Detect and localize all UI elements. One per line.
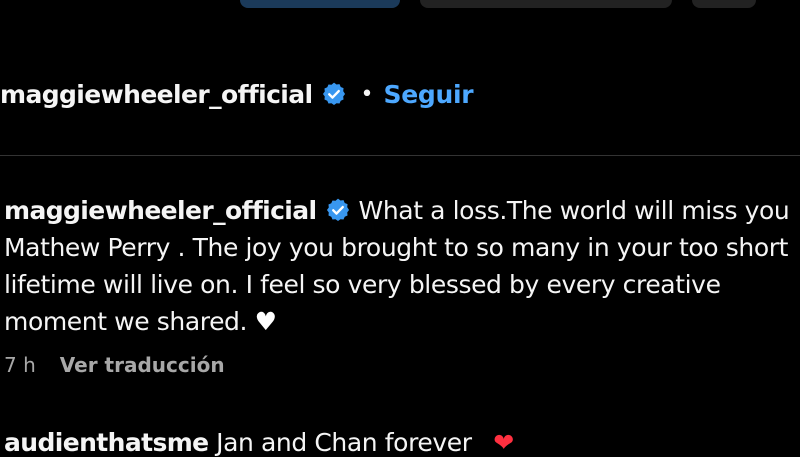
comment-timestamp: 7 h xyxy=(4,353,36,377)
post-header: maggiewheeler_official • Seguir xyxy=(0,74,474,114)
top-primary-button[interactable] xyxy=(240,0,400,8)
post-author-username[interactable]: maggiewheeler_official xyxy=(0,80,313,109)
follow-button[interactable]: Seguir xyxy=(384,80,474,109)
top-more-button[interactable] xyxy=(692,0,756,8)
comment-username[interactable]: maggiewheeler_official xyxy=(4,196,317,225)
red-heart-emoji-icon: ❤ xyxy=(493,428,514,457)
separator-dot: • xyxy=(360,81,374,107)
next-comment-username[interactable]: audienthatsme xyxy=(4,428,209,457)
comment-text-line: What a loss.The world will miss you xyxy=(358,196,790,225)
next-comment: audienthatsme Jan and Chan forever ❤ xyxy=(4,428,514,457)
comment-meta: 7 h Ver traducción xyxy=(4,350,225,380)
divider xyxy=(0,155,800,156)
top-secondary-button[interactable] xyxy=(420,0,672,8)
verified-badge-icon xyxy=(325,197,351,223)
comment-text-line: moment we shared. xyxy=(4,307,248,336)
caption-comment: maggiewheeler_official What a loss.The w… xyxy=(4,192,800,340)
heart-emoji-icon: ♥ xyxy=(254,307,277,336)
next-comment-text: Jan and Chan forever xyxy=(216,428,472,457)
comment-text-line: Mathew Perry . The joy you brought to so… xyxy=(4,233,788,262)
translate-link[interactable]: Ver traducción xyxy=(60,353,225,377)
comment-text-line: lifetime will live on. I feel so very bl… xyxy=(4,270,721,299)
verified-badge-icon xyxy=(321,81,347,107)
